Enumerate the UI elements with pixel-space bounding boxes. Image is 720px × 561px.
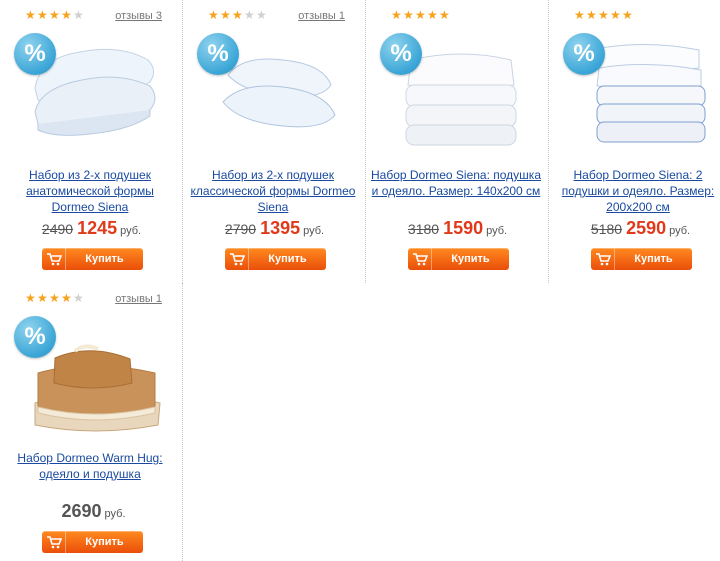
- star-icon: ★: [622, 8, 633, 22]
- cart-icon: [225, 248, 249, 270]
- star-icon: ★: [256, 8, 267, 22]
- product-card: ★ ★ ★ ★ ★ отзывы 3 % Набор из 2-х подушек ан…: [0, 0, 183, 283]
- star-icon: ★: [37, 8, 48, 22]
- old-price: 2790: [224, 221, 257, 237]
- star-icon: ★: [49, 291, 60, 305]
- product-card: ★ ★ ★ ★ ★ отзывы 1 % Набор из 2-х подушек кл…: [183, 0, 366, 283]
- discount-badge-icon: %: [380, 33, 422, 75]
- product-title-link[interactable]: Набор Dormeo Warm Hug: одеяло и подушка: [5, 450, 175, 482]
- buy-button[interactable]: Купить: [408, 248, 509, 270]
- currency: руб.: [669, 225, 691, 237]
- product-title-link[interactable]: Набор из 2-х подушек классической формы …: [188, 167, 358, 215]
- discount-badge-icon: %: [14, 33, 56, 75]
- product-title-link[interactable]: Набор Dormeo Siena: подушка и одеяло. Ра…: [371, 167, 541, 199]
- star-icon: ★: [232, 8, 243, 22]
- currency: руб.: [486, 225, 508, 237]
- buy-label: Купить: [85, 253, 124, 265]
- discount-badge-icon: %: [563, 33, 605, 75]
- price: 1245: [77, 218, 118, 238]
- star-icon: ★: [37, 291, 48, 305]
- star-icon: ★: [25, 8, 36, 22]
- star-icon: ★: [598, 8, 609, 22]
- star-icon: ★: [61, 291, 72, 305]
- price-block: 3180 1590 руб.: [366, 218, 549, 239]
- price-block: 2690 руб.: [0, 501, 183, 522]
- product-card: ★ ★ ★ ★ ★ % Набор Dormeo Siena: подушка и од…: [366, 0, 549, 283]
- star-icon: ★: [49, 8, 60, 22]
- old-price: 5180: [590, 221, 623, 237]
- rating-stars: ★ ★ ★ ★ ★: [25, 291, 84, 305]
- buy-button[interactable]: Купить: [42, 248, 143, 270]
- price-block: 2790 1395 руб.: [183, 218, 366, 239]
- buy-label: Купить: [451, 253, 490, 265]
- buy-button[interactable]: Купить: [42, 531, 143, 553]
- star-icon: ★: [61, 8, 72, 22]
- cart-icon: [408, 248, 432, 270]
- rating-stars: ★ ★ ★ ★ ★: [25, 8, 84, 22]
- star-icon: ★: [391, 8, 402, 22]
- star-icon: ★: [610, 8, 621, 22]
- star-icon: ★: [73, 8, 84, 22]
- star-icon: ★: [415, 8, 426, 22]
- star-icon: ★: [403, 8, 414, 22]
- star-icon: ★: [73, 291, 84, 305]
- cart-icon: [42, 248, 66, 270]
- star-icon: ★: [439, 8, 450, 22]
- star-icon: ★: [25, 291, 36, 305]
- product-title-link[interactable]: Набор Dormeo Siena: 2 подушки и одеяло. …: [554, 167, 720, 215]
- cart-icon: [42, 531, 66, 553]
- product-card: ★ ★ ★ ★ ★ отзывы 1 % Набор Dormeo Warm Hug: …: [0, 283, 183, 561]
- reviews-link[interactable]: отзывы 1: [115, 293, 162, 305]
- buy-label: Купить: [268, 253, 307, 265]
- discount-badge-icon: %: [14, 316, 56, 358]
- star-icon: ★: [427, 8, 438, 22]
- product-card: ★ ★ ★ ★ ★ % Набор Dormeo Siena: 2 подушки и …: [549, 0, 720, 283]
- rating-stars: ★ ★ ★ ★ ★: [208, 8, 267, 22]
- star-icon: ★: [574, 8, 585, 22]
- buy-button[interactable]: Купить: [591, 248, 692, 270]
- star-icon: ★: [220, 8, 231, 22]
- buy-label: Купить: [85, 536, 124, 548]
- cart-icon: [591, 248, 615, 270]
- price: 1590: [443, 218, 484, 238]
- rating-stars: ★ ★ ★ ★ ★: [391, 8, 450, 22]
- reviews-link[interactable]: отзывы 3: [115, 10, 162, 22]
- currency: руб.: [104, 508, 126, 520]
- price-block: 2490 1245 руб.: [0, 218, 183, 239]
- reviews-link[interactable]: отзывы 1: [298, 10, 345, 22]
- price: 1395: [260, 218, 301, 238]
- discount-badge-icon: %: [197, 33, 239, 75]
- price: 2590: [626, 218, 667, 238]
- star-icon: ★: [208, 8, 219, 22]
- buy-button[interactable]: Купить: [225, 248, 326, 270]
- price: 2690: [61, 501, 102, 521]
- currency: руб.: [303, 225, 325, 237]
- old-price: 2490: [41, 221, 74, 237]
- star-icon: ★: [586, 8, 597, 22]
- product-title-link[interactable]: Набор из 2-х подушек анатомической формы…: [5, 167, 175, 215]
- buy-label: Купить: [634, 253, 673, 265]
- price-block: 5180 2590 руб.: [549, 218, 720, 239]
- old-price: 3180: [407, 221, 440, 237]
- rating-stars: ★ ★ ★ ★ ★: [574, 8, 633, 22]
- star-icon: ★: [244, 8, 255, 22]
- currency: руб.: [120, 225, 142, 237]
